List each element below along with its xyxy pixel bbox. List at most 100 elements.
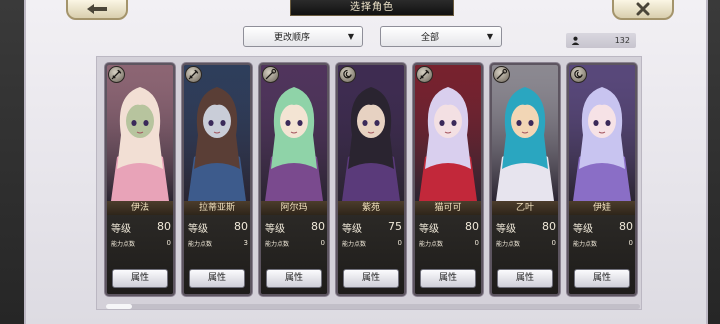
horizontal-scrollbar[interactable]	[106, 304, 640, 309]
level-row: 等级 75	[342, 220, 402, 235]
sort-order-label: 更改顺序	[273, 33, 310, 43]
level-value: 80	[619, 220, 633, 233]
level-label: 等级	[573, 224, 593, 235]
ability-points-row: 能力点数 0	[111, 239, 171, 248]
sword-class-icon	[416, 66, 433, 83]
level-row: 等级 80	[419, 220, 479, 235]
level-row: 等级 80	[265, 220, 325, 235]
level-label: 等级	[265, 224, 285, 235]
close-x-icon	[636, 2, 650, 16]
ability-points-value: 0	[320, 239, 325, 247]
ability-points-value: 0	[628, 239, 633, 247]
attributes-button[interactable]: 属性	[112, 269, 168, 288]
ability-points-value: 0	[551, 239, 556, 247]
sword-class-icon	[185, 66, 202, 83]
level-label: 等级	[188, 224, 208, 235]
owned-count-badge: 132	[566, 33, 636, 48]
magic-class-icon	[570, 66, 587, 83]
character-stats: 等级 75 能力点数 0 属性	[338, 215, 404, 294]
character-name: 阿尔玛	[261, 201, 327, 215]
chevron-down-icon: ▼	[486, 32, 494, 41]
ability-points-value: 3	[243, 239, 248, 247]
character-name: 伊法	[107, 201, 173, 215]
character-portrait	[261, 65, 327, 201]
character-name: 乙叶	[492, 201, 558, 215]
ability-points-row: 能力点数 0	[573, 239, 633, 248]
magic-class-icon	[339, 66, 356, 83]
ability-points-label: 能力点数	[265, 241, 290, 248]
character-portrait	[569, 65, 635, 201]
ability-points-row: 能力点数 0	[342, 239, 402, 248]
owned-count: 132	[614, 36, 630, 45]
ability-points-label: 能力点数	[342, 241, 367, 248]
ability-points-label: 能力点数	[496, 241, 521, 248]
ability-points-value: 0	[474, 239, 479, 247]
level-label: 等级	[419, 224, 439, 235]
attributes-button[interactable]: 属性	[497, 269, 553, 288]
character-name: 伊娃	[569, 201, 635, 215]
level-value: 80	[234, 220, 248, 233]
ability-points-value: 0	[166, 239, 171, 247]
ability-points-label: 能力点数	[573, 241, 598, 248]
back-button[interactable]	[66, 0, 128, 20]
level-row: 等级 80	[188, 220, 248, 235]
filter-label: 全部	[420, 33, 439, 43]
staff-class-icon	[262, 66, 279, 83]
level-row: 等级 80	[111, 220, 171, 235]
character-stats: 等级 80 能力点数 3 属性	[184, 215, 250, 294]
character-portrait	[107, 65, 173, 201]
ability-points-label: 能力点数	[111, 241, 136, 248]
character-stats: 等级 80 能力点数 0 属性	[492, 215, 558, 294]
character-card[interactable]: 紫苑 等级 75 能力点数 0 属性	[336, 63, 406, 296]
character-card[interactable]: 猫可可 等级 80 能力点数 0 属性	[413, 63, 483, 296]
character-portrait	[184, 65, 250, 201]
arrow-left-icon	[87, 4, 107, 14]
character-stats: 等级 80 能力点数 0 属性	[261, 215, 327, 294]
character-portrait	[415, 65, 481, 201]
attributes-button[interactable]: 属性	[574, 269, 630, 288]
level-label: 等级	[496, 224, 516, 235]
level-value: 80	[465, 220, 479, 233]
chevron-down-icon: ▼	[347, 32, 355, 41]
sword-class-icon	[108, 66, 125, 83]
scrollbar-thumb[interactable]	[106, 304, 132, 309]
character-name: 紫苑	[338, 201, 404, 215]
character-card[interactable]: 阿尔玛 等级 80 能力点数 0 属性	[259, 63, 329, 296]
ability-points-value: 0	[397, 239, 402, 247]
level-row: 等级 80	[573, 220, 633, 235]
person-icon	[566, 36, 584, 45]
level-label: 等级	[111, 224, 131, 235]
character-card[interactable]: 伊娃 等级 80 能力点数 0 属性	[567, 63, 637, 296]
ability-points-label: 能力点数	[188, 241, 213, 248]
attributes-button[interactable]: 属性	[189, 269, 245, 288]
ability-points-row: 能力点数 0	[419, 239, 479, 248]
character-stats: 等级 80 能力点数 0 属性	[569, 215, 635, 294]
ability-points-row: 能力点数 0	[265, 239, 325, 248]
ability-points-row: 能力点数 3	[188, 239, 248, 248]
character-portrait	[492, 65, 558, 201]
character-portrait	[338, 65, 404, 201]
sort-order-dropdown[interactable]: 更改顺序 ▼	[243, 26, 363, 47]
level-row: 等级 80	[496, 220, 556, 235]
ability-points-label: 能力点数	[419, 241, 444, 248]
level-value: 80	[157, 220, 171, 233]
close-button[interactable]	[612, 0, 674, 20]
character-stats: 等级 80 能力点数 0 属性	[107, 215, 173, 294]
level-value: 80	[542, 220, 556, 233]
filter-dropdown[interactable]: 全部 ▼	[380, 26, 502, 47]
staff-class-icon	[493, 66, 510, 83]
ability-points-row: 能力点数 0	[496, 239, 556, 248]
page-title: 选择角色	[290, 0, 454, 16]
attributes-button[interactable]: 属性	[420, 269, 476, 288]
level-label: 等级	[342, 224, 362, 235]
character-card[interactable]: 乙叶 等级 80 能力点数 0 属性	[490, 63, 560, 296]
level-value: 80	[311, 220, 325, 233]
character-card[interactable]: 伊法 等级 80 能力点数 0 属性	[105, 63, 175, 296]
character-stats: 等级 80 能力点数 0 属性	[415, 215, 481, 294]
attributes-button[interactable]: 属性	[266, 269, 322, 288]
level-value: 75	[388, 220, 402, 233]
character-name: 拉蒂亚斯	[184, 201, 250, 215]
character-card[interactable]: 拉蒂亚斯 等级 80 能力点数 3 属性	[182, 63, 252, 296]
attributes-button[interactable]: 属性	[343, 269, 399, 288]
character-name: 猫可可	[415, 201, 481, 215]
